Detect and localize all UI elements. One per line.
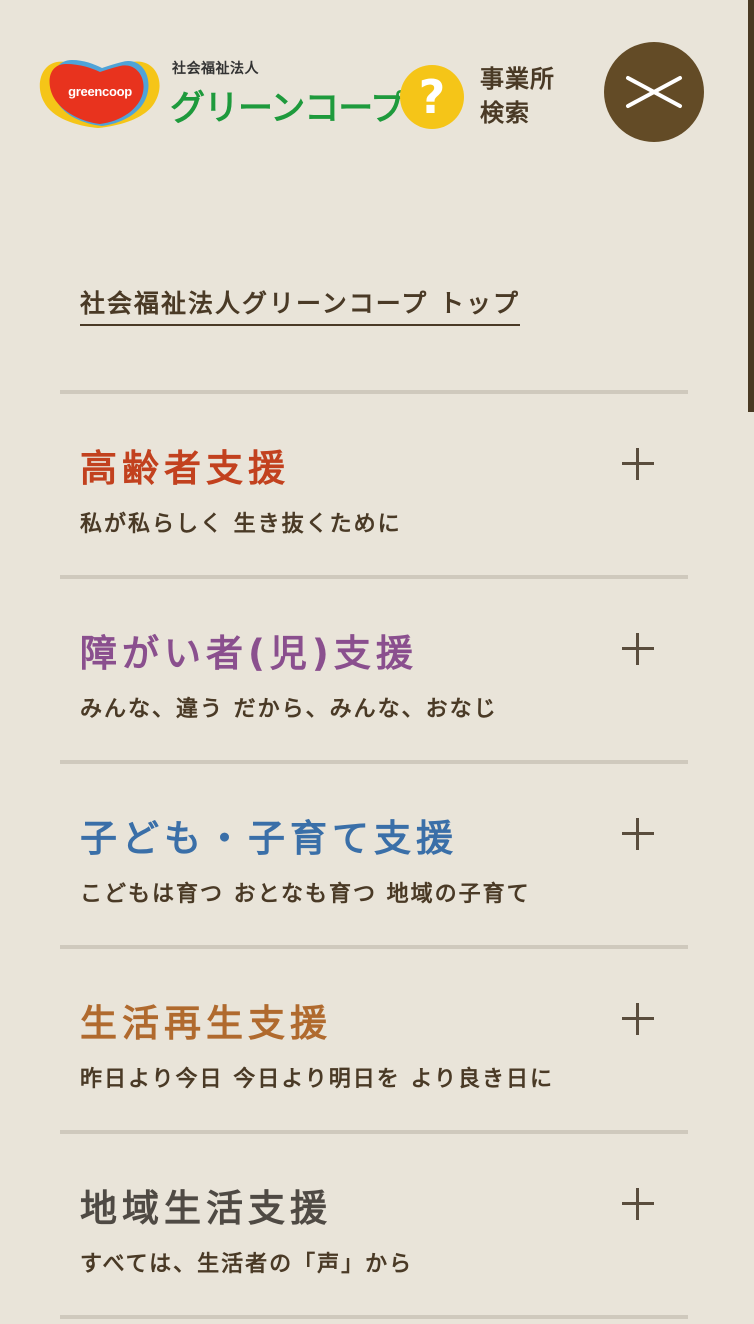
plus-icon[interactable] bbox=[622, 448, 654, 480]
menu-item-title: 生活再生支援 bbox=[80, 1002, 332, 1045]
plus-icon[interactable] bbox=[622, 818, 654, 850]
menu-item-subtitle: 私が私らしく 生き抜くために bbox=[80, 512, 402, 537]
plus-icon[interactable] bbox=[622, 633, 654, 665]
office-search-link[interactable]: ? 事業所 検索 bbox=[400, 62, 575, 130]
menu-item-title: 子ども・子育て支援 bbox=[80, 817, 458, 860]
logo-subtitle: 社会福祉法人 bbox=[172, 61, 259, 77]
question-mark-icon: ? bbox=[400, 65, 464, 129]
greencoop-logo-icon: greencoop bbox=[36, 54, 164, 130]
plus-icon[interactable] bbox=[622, 1003, 654, 1035]
menu-item-subtitle: すべては、生活者の「声」から bbox=[80, 1252, 414, 1277]
service-menu: 高齢者支援 私が私らしく 生き抜くために 障がい者(児)支援 みんな、違う だか… bbox=[60, 390, 688, 1319]
logo-mark-text: greencoop bbox=[68, 84, 132, 99]
menu-item-community-life-support[interactable]: 地域生活支援 すべては、生活者の「声」から bbox=[60, 1134, 688, 1319]
menu-item-subtitle: 昨日より今日 今日より明日を より良き日に bbox=[80, 1067, 554, 1092]
logo-title: グリーンコープ bbox=[170, 89, 405, 129]
office-search-label: 事業所 検索 bbox=[480, 65, 555, 127]
menu-item-title: 地域生活支援 bbox=[80, 1187, 332, 1230]
menu-item-title: 高齢者支援 bbox=[80, 447, 290, 490]
menu-item-subtitle: こどもは育つ おとなも育つ 地域の子育て bbox=[80, 882, 531, 907]
menu-item-life-rebuilding-support[interactable]: 生活再生支援 昨日より今日 今日より明日を より良き日に bbox=[60, 949, 688, 1134]
plus-icon[interactable] bbox=[622, 1188, 654, 1220]
menu-item-title: 障がい者(児)支援 bbox=[80, 632, 418, 675]
menu-item-elderly-support[interactable]: 高齢者支援 私が私らしく 生き抜くために bbox=[60, 394, 688, 579]
close-menu-button[interactable] bbox=[604, 42, 704, 142]
site-header: greencoop 社会福祉法人 グリーンコープ ? 事業所 検索 bbox=[0, 0, 754, 180]
logo-link[interactable]: greencoop 社会福祉法人 グリーンコープ bbox=[36, 50, 405, 132]
menu-item-childcare-support[interactable]: 子ども・子育て支援 こどもは育つ おとなも育つ 地域の子育て bbox=[60, 764, 688, 949]
close-icon bbox=[626, 76, 682, 108]
menu-item-subtitle: みんな、違う だから、みんな、おなじ bbox=[80, 697, 498, 722]
corporation-top-link[interactable]: 社会福祉法人グリーンコープ トップ bbox=[80, 284, 520, 326]
menu-item-disability-support[interactable]: 障がい者(児)支援 みんな、違う だから、みんな、おなじ bbox=[60, 579, 688, 764]
